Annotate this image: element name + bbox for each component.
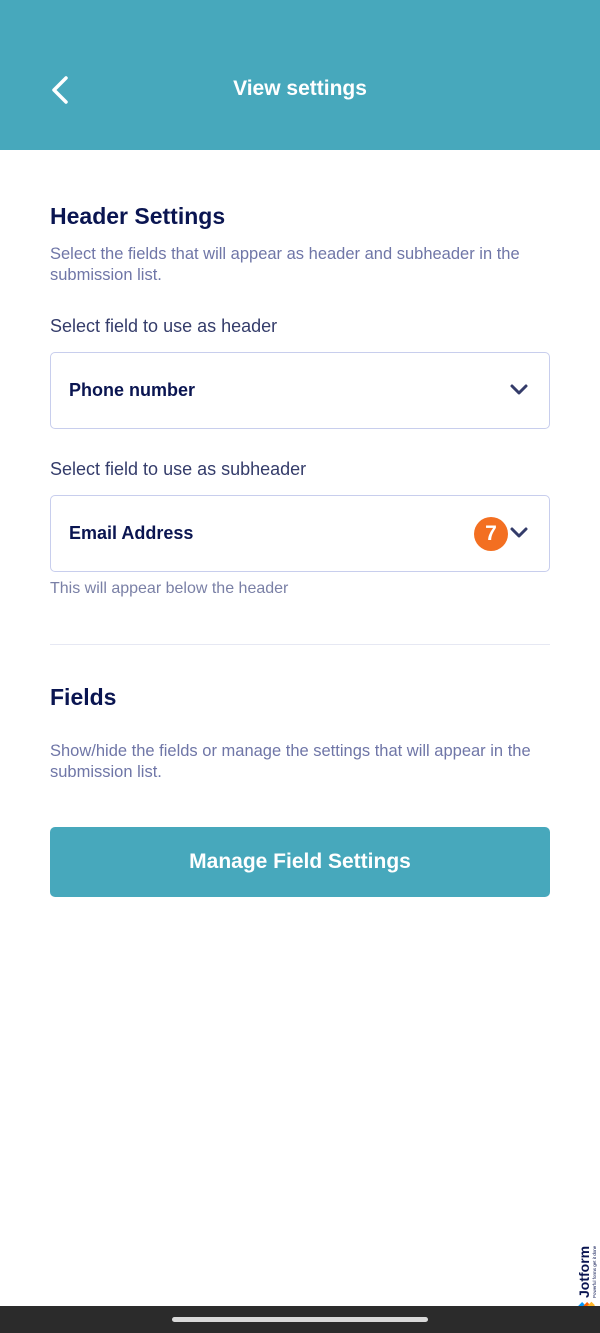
system-nav-bar — [0, 1306, 600, 1333]
home-indicator[interactable] — [172, 1317, 428, 1322]
fields-title: Fields — [50, 684, 117, 710]
manage-field-settings-button[interactable]: Manage Field Settings — [50, 827, 550, 897]
subheader-hint: This will appear below the header — [50, 580, 289, 597]
chevron-down-icon — [510, 384, 528, 395]
header-field-select[interactable]: Phone number — [50, 352, 550, 429]
top-app-bar: View settings — [0, 0, 600, 150]
header-settings-description: Select the fields that will appear as he… — [50, 245, 520, 284]
subheader-field-label: Select field to use as subheader — [50, 459, 307, 479]
watermark-brand: Jotform — [576, 1246, 592, 1298]
header-field-value: Phone number — [69, 380, 196, 400]
header-settings-title: Header Settings — [50, 203, 226, 229]
header-field-label: Select field to use as header — [50, 316, 278, 336]
chevron-down-icon — [510, 527, 528, 538]
watermark-tagline: Powerful forms get it done — [592, 1245, 597, 1298]
subheader-field-value: Email Address — [69, 523, 194, 543]
fields-description: Show/hide the fields or manage the setti… — [50, 742, 531, 781]
page-title: View settings — [233, 77, 367, 100]
step-badge: 7 — [474, 517, 508, 551]
section-divider — [50, 644, 550, 645]
